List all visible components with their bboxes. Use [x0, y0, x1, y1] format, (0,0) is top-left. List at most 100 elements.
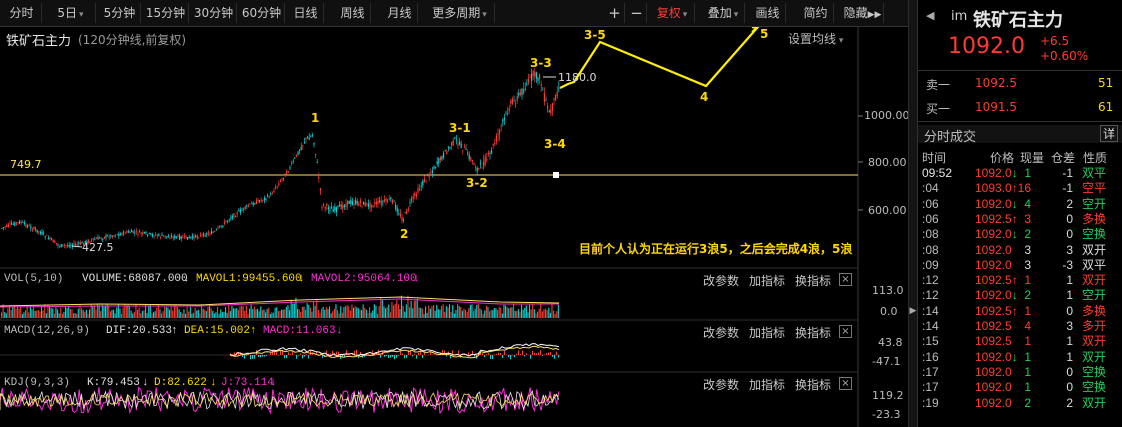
mavol1-line [0, 296, 560, 307]
kdj-close-icon[interactable]: × [839, 377, 852, 390]
candle-body [484, 156, 486, 165]
volume-bar [553, 310, 555, 318]
volume-bar [127, 304, 129, 318]
vol-axis-bottom: 0.0 [880, 305, 898, 318]
volume-bar [428, 305, 430, 318]
volume-bar [330, 313, 332, 318]
candle-body [270, 193, 272, 195]
volume-bar [172, 310, 174, 318]
tab-60min[interactable]: 60分钟 [239, 3, 285, 23]
volume-bar [535, 313, 537, 318]
trade-oi: 1 [1066, 273, 1073, 288]
tab-5day[interactable]: 5日 [46, 3, 96, 23]
macd-params-button[interactable]: 改参数 [703, 324, 739, 341]
candle-body [207, 232, 209, 234]
candle-body [30, 226, 32, 229]
candle-body [380, 200, 382, 205]
candle-body [228, 219, 230, 221]
kdj-add-indicator-button[interactable]: 加指标 [749, 376, 785, 393]
volume-bar [129, 306, 131, 318]
volume-bar [386, 307, 388, 318]
panel-splitter[interactable]: ▶ [908, 0, 917, 427]
candle-body [385, 198, 387, 202]
volume-bar [321, 308, 323, 318]
candle-body [60, 244, 62, 248]
trade-time: 09:52 [922, 166, 953, 180]
trade-price: 1092.0↓ [975, 227, 1018, 242]
volume-bar [500, 307, 502, 318]
vol-add-indicator-button[interactable]: 加指标 [749, 272, 785, 289]
trade-type: 空开 [1082, 288, 1107, 303]
macd-bar [414, 353, 415, 355]
kdj-switch-indicator-button[interactable]: 换指标 [795, 376, 831, 393]
volume-bar [533, 309, 535, 318]
tab-weekly[interactable]: 周线 [335, 3, 371, 23]
volume-bar [36, 310, 38, 318]
tab-5min[interactable]: 5分钟 [99, 3, 141, 23]
volume-bar [431, 306, 433, 318]
volume-bar [509, 307, 511, 318]
vol-close-icon[interactable]: × [839, 273, 852, 286]
volume-bar [513, 304, 515, 318]
tab-daily[interactable]: 日线 [288, 3, 324, 23]
volume-bar [468, 308, 470, 318]
simple-button[interactable]: 简约 [798, 3, 834, 23]
volume-bar [349, 310, 351, 318]
candle-body [135, 230, 137, 232]
candle-body [467, 151, 469, 155]
kdj-params-button[interactable]: 改参数 [703, 376, 739, 393]
volume-bar [146, 313, 148, 318]
candle-body [331, 207, 333, 209]
volume-bar [65, 306, 67, 318]
candle-body [379, 200, 381, 203]
kline-chart[interactable] [0, 27, 908, 427]
candle-body [439, 157, 441, 161]
adjust-button[interactable]: 复权 [650, 3, 695, 23]
volume-bar [84, 311, 86, 318]
candle-body [214, 231, 216, 232]
tab-30min[interactable]: 30分钟 [191, 3, 237, 23]
hide-button[interactable]: 隐藏▶▶ [842, 3, 884, 23]
macd-add-indicator-button[interactable]: 加指标 [749, 324, 785, 341]
candle-body [543, 93, 545, 102]
chevron-down-icon: ▾ [836, 36, 844, 46]
vol-switch-indicator-button[interactable]: 换指标 [795, 272, 831, 289]
volume-bar [23, 312, 25, 318]
macd-switch-indicator-button[interactable]: 换指标 [795, 324, 831, 341]
tab-monthly[interactable]: 月线 [382, 3, 418, 23]
candle-body [534, 71, 536, 77]
candle-body [510, 100, 512, 104]
candle-body [339, 204, 341, 207]
macd-bar [262, 355, 263, 357]
candle-body [143, 231, 145, 233]
volume-bar [405, 304, 407, 318]
candle-body [411, 197, 413, 202]
volume-bar [389, 312, 391, 318]
arrow-down-icon: ↓ [413, 273, 420, 285]
candle-body [350, 200, 352, 204]
ma-settings-button[interactable]: 设置均线 ▾ [788, 30, 843, 47]
zoom-in-button[interactable]: + [605, 3, 625, 23]
volume-bar [359, 309, 361, 318]
collapse-arrow-icon[interactable]: ▶ [909, 303, 917, 319]
volume-bar [404, 311, 406, 318]
tab-intraday[interactable]: 分时 [2, 3, 42, 23]
macd-close-icon[interactable]: × [839, 325, 852, 338]
trade-type: 空平 [1082, 181, 1107, 196]
macd-bar [266, 355, 267, 356]
vol-params-button[interactable]: 改参数 [703, 272, 739, 289]
tab-more-periods[interactable]: 更多周期 [425, 3, 495, 23]
detail-button[interactable]: 详 [1100, 125, 1118, 142]
tab-15min[interactable]: 15分钟 [143, 3, 189, 23]
candle-body [502, 119, 504, 122]
trade-row: :14 1092.5 4 3 多开 [918, 319, 1122, 334]
trade-time: :17 [922, 364, 939, 379]
quote-header: ◀ im 铁矿石主力 [918, 6, 1122, 31]
collapse-left-icon[interactable]: ◀ [926, 9, 934, 22]
volume-bar [100, 311, 102, 318]
candle-body [446, 151, 448, 154]
draw-button[interactable]: 画线 [750, 3, 786, 23]
volume-bar [484, 310, 486, 318]
overlay-button[interactable]: 叠加 [702, 3, 745, 23]
zoom-out-button[interactable]: − [627, 3, 647, 23]
